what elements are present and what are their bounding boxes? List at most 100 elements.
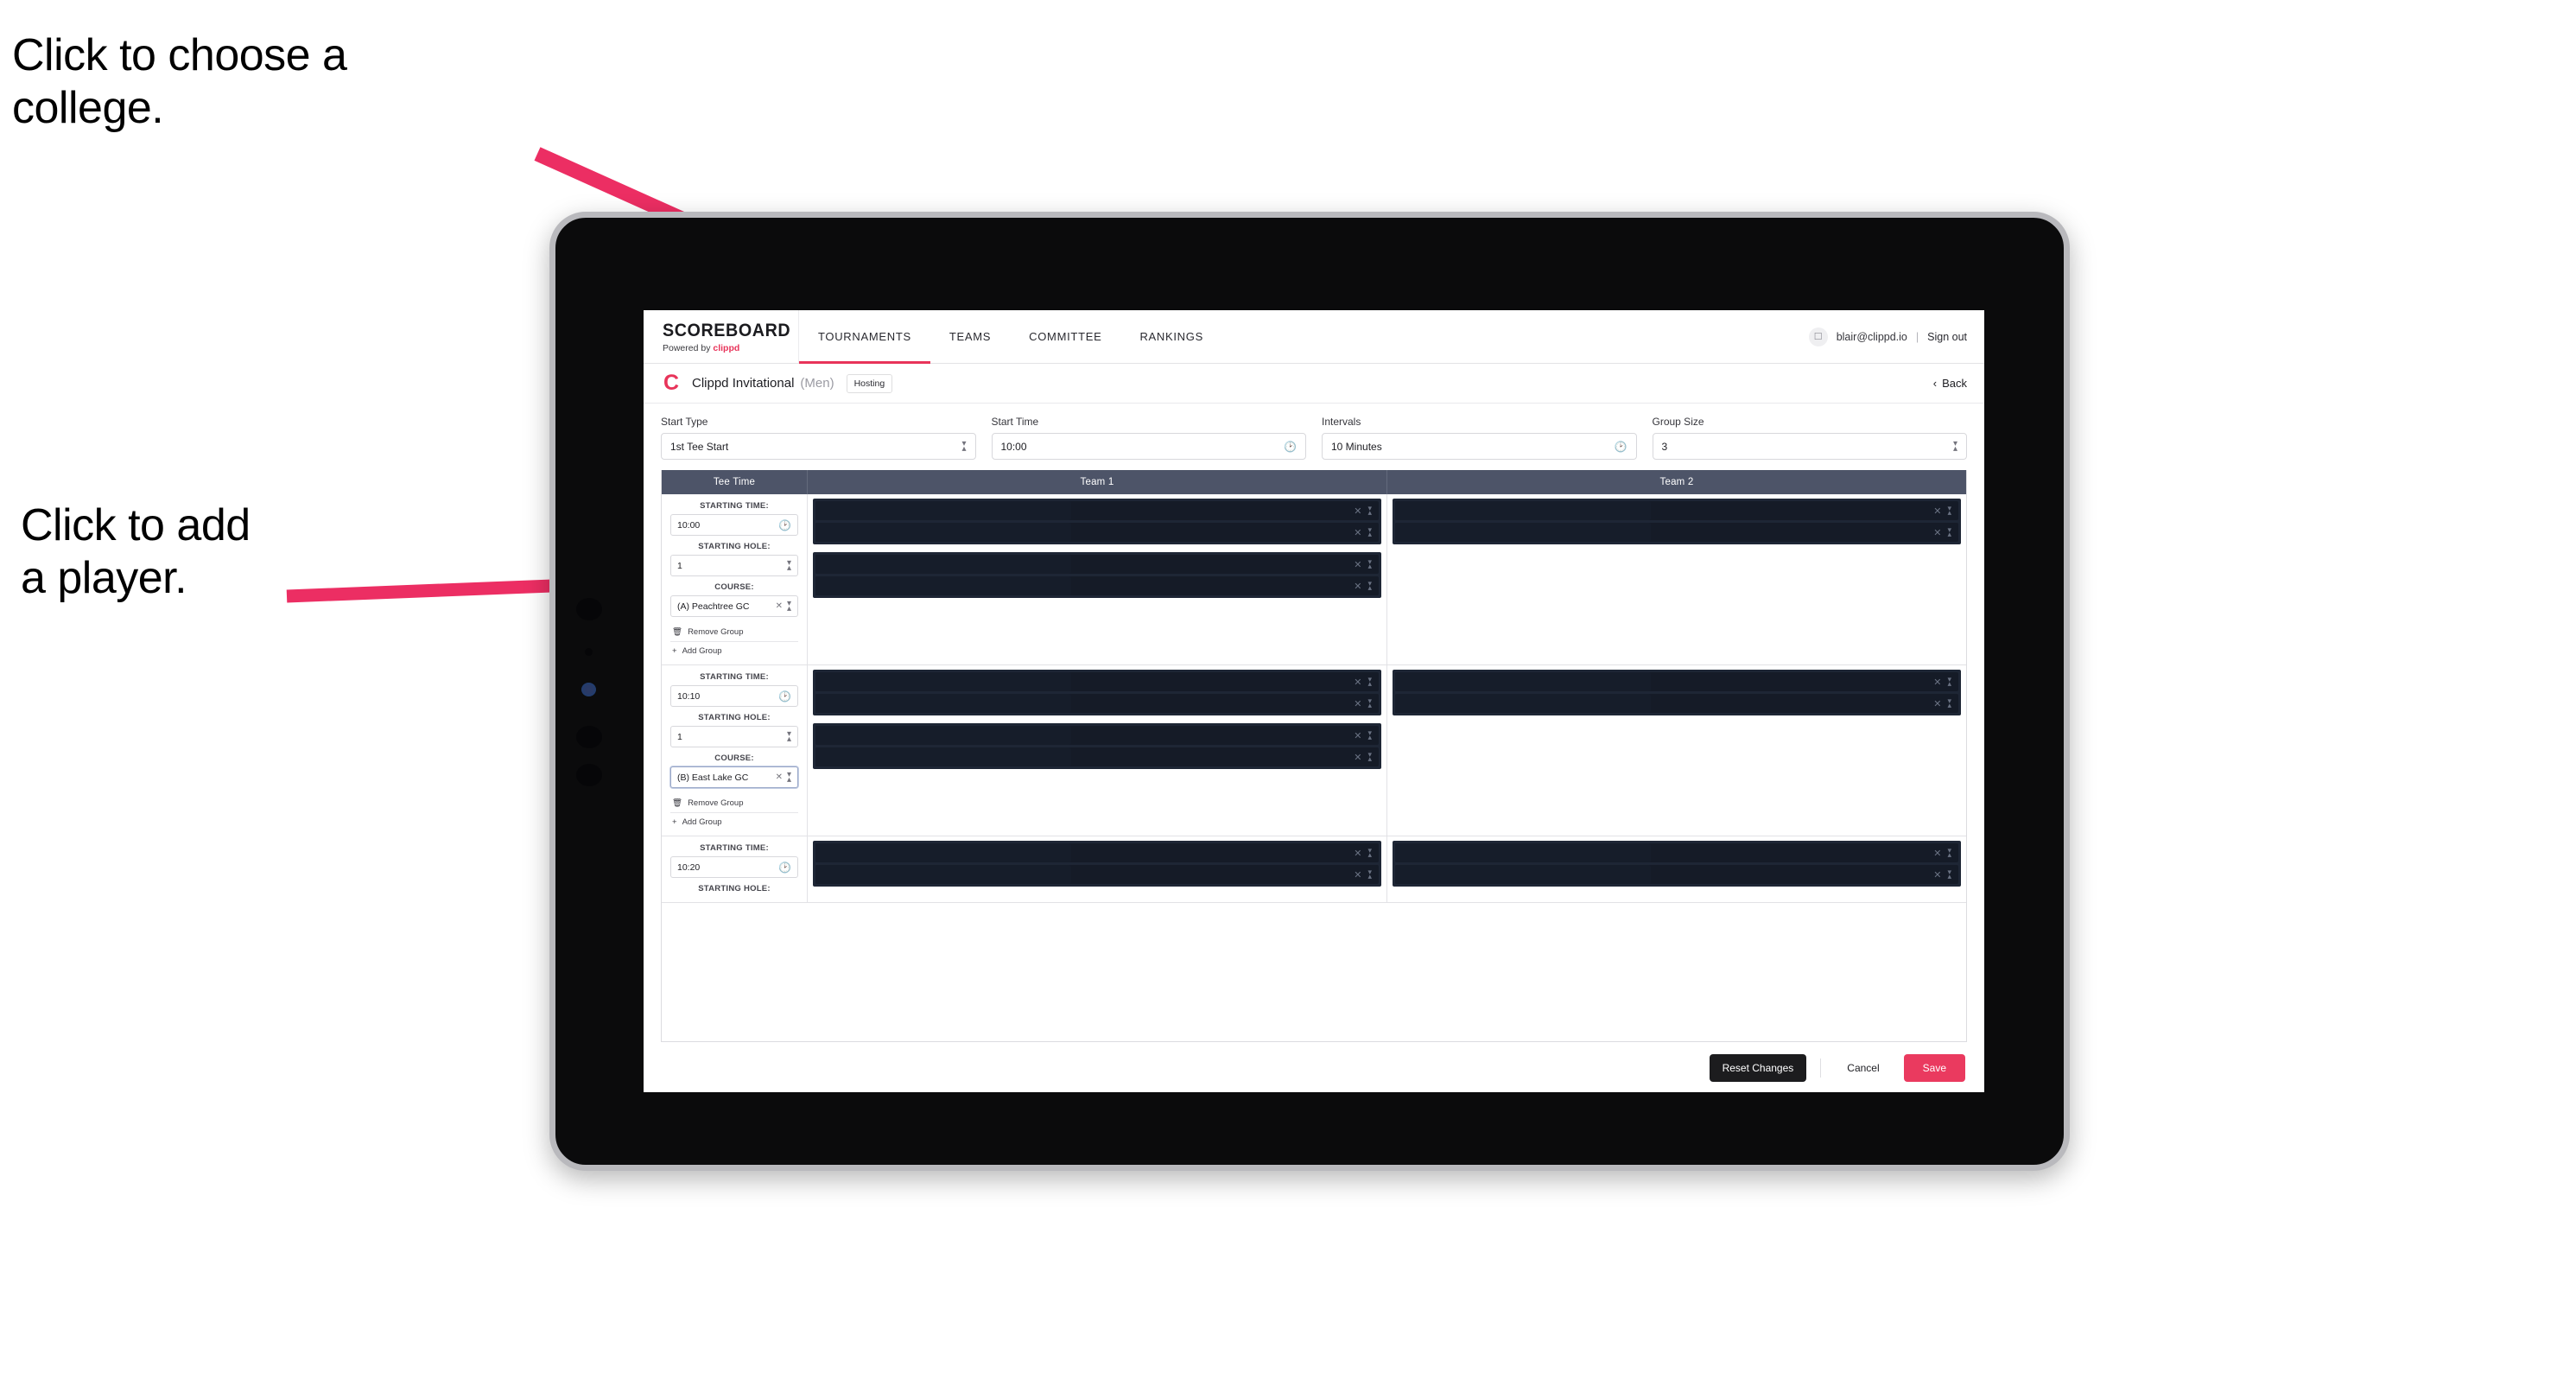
close-icon[interactable]: ✕ [1354, 527, 1361, 538]
user-email: blair@clippd.io [1836, 330, 1907, 343]
player-slot[interactable]: ✕ ▾ ▴ [815, 501, 1379, 520]
field-start-time: Start Time 10:00 🕑 [991, 416, 1306, 460]
tab-committee[interactable]: COMMITTEE [1010, 310, 1120, 363]
starting-time-input[interactable]: 10:00 🕑 [670, 514, 798, 536]
player-name-redacted [1395, 694, 1652, 713]
add-group-button[interactable]: + Add Group [670, 643, 798, 659]
starting-hole-stepper[interactable]: 1 ▾ ▴ [670, 555, 798, 576]
player-slot[interactable]: ✕ ▾ ▴ [1395, 694, 1958, 713]
chevron-updown-icon[interactable]: ▾ ▴ [1947, 504, 1951, 516]
plus-icon: + [672, 646, 677, 656]
start-time-input[interactable]: 10:00 🕑 [991, 433, 1306, 460]
intervals-value: 10 Minutes [1331, 440, 1382, 453]
tab-teams[interactable]: TEAMS [930, 310, 1010, 363]
chevron-updown-icon[interactable]: ▾ ▴ [1367, 728, 1372, 741]
clear-course-icon[interactable]: ✕ [776, 772, 783, 782]
start-type-label: Start Type [661, 416, 708, 428]
close-icon[interactable]: ✕ [1354, 848, 1361, 859]
nav-tabs: TOURNAMENTS TEAMS COMMITTEE RANKINGS [799, 310, 1222, 364]
chevron-updown-icon[interactable]: ▾ ▴ [1947, 846, 1951, 858]
close-icon[interactable]: ✕ [1354, 559, 1361, 570]
player-slot[interactable]: ✕ ▾ ▴ [1395, 672, 1958, 691]
brand-tagline-highlight: clippd [713, 342, 740, 353]
user-avatar-icon[interactable]: ☐ [1808, 327, 1828, 346]
group-slot-block: ✕ ▾ ▴ ✕ ▾ ▴ [813, 552, 1381, 598]
starting-time-input[interactable]: 10:20 🕑 [670, 856, 798, 878]
close-icon[interactable]: ✕ [1933, 677, 1941, 688]
close-icon[interactable]: ✕ [1354, 581, 1361, 592]
player-slot[interactable]: ✕ ▾ ▴ [1395, 523, 1958, 542]
brand-name: SCOREBOARD [663, 320, 791, 340]
tab-rankings[interactable]: RANKINGS [1120, 310, 1222, 363]
chevron-updown-icon[interactable]: ▾ ▴ [1367, 696, 1372, 709]
column-header-team-2: Team 2 [1659, 477, 1694, 487]
remove-group-button[interactable]: 🗑 Remove Group [670, 624, 798, 640]
chevron-updown-icon[interactable]: ▾ ▴ [1947, 868, 1951, 880]
close-icon[interactable]: ✕ [1933, 698, 1941, 709]
nav-separator: | [1915, 330, 1919, 343]
close-icon[interactable]: ✕ [1354, 730, 1361, 741]
start-type-select[interactable]: 1st Tee Start ▾ ▴ [661, 433, 976, 460]
course-select[interactable]: (A) Peachtree GC ✕ ▾ ▴ [670, 595, 798, 617]
tee-time-cell: STARTING TIME: 10:00 🕑 STARTING HOLE: 1 … [662, 494, 808, 664]
team-2-cell: ✕ ▾ ▴ ✕ ▾ ▴ [1387, 665, 1966, 836]
player-slot[interactable]: ✕ ▾ ▴ [1395, 501, 1958, 520]
player-slot[interactable]: ✕ ▾ ▴ [815, 576, 1379, 595]
course-select[interactable]: (B) East Lake GC ✕ ▾ ▴ [670, 766, 798, 788]
close-icon[interactable]: ✕ [1933, 505, 1941, 517]
chevron-updown-icon[interactable]: ▾ ▴ [1367, 504, 1372, 516]
back-button[interactable]: ‹ Back [1933, 377, 1967, 390]
chevron-updown-icon[interactable]: ▾ ▴ [1947, 696, 1951, 709]
close-icon[interactable]: ✕ [1354, 869, 1361, 881]
intervals-input[interactable]: 10 Minutes 🕑 [1322, 433, 1637, 460]
reset-changes-button[interactable]: Reset Changes [1709, 1053, 1807, 1082]
close-icon[interactable]: ✕ [1933, 869, 1941, 881]
team-2-cell: ✕ ▾ ▴ ✕ ▾ ▴ [1387, 836, 1966, 902]
player-slot[interactable]: ✕ ▾ ▴ [815, 843, 1379, 862]
chevron-updown-icon[interactable]: ▾ ▴ [1367, 579, 1372, 591]
player-slot[interactable]: ✕ ▾ ▴ [815, 555, 1379, 574]
tablet-device-frame: SCOREBOARD Powered by clippd TOURNAMENTS… [549, 212, 2070, 1171]
player-slot[interactable]: ✕ ▾ ▴ [1395, 843, 1958, 862]
remove-group-button[interactable]: 🗑 Remove Group [670, 795, 798, 811]
group-size-stepper[interactable]: 3 ▾ ▴ [1652, 433, 1967, 460]
starting-time-label: STARTING TIME: [700, 501, 769, 511]
close-icon[interactable]: ✕ [1354, 505, 1361, 517]
clock-icon: 🕑 [778, 690, 791, 703]
close-icon[interactable]: ✕ [1354, 698, 1361, 709]
chevron-updown-icon[interactable]: ▾ ▴ [1367, 525, 1372, 537]
chevron-updown-icon[interactable]: ▾ ▴ [1367, 675, 1372, 687]
tab-teams-label: TEAMS [949, 330, 992, 343]
chevron-updown-icon[interactable]: ▾ ▴ [1947, 525, 1951, 537]
close-icon[interactable]: ✕ [1354, 752, 1361, 763]
close-icon[interactable]: ✕ [1933, 848, 1941, 859]
player-slot[interactable]: ✕ ▾ ▴ [815, 726, 1379, 745]
chevron-updown-icon[interactable]: ▾ ▴ [1947, 675, 1951, 687]
chevron-updown-icon[interactable]: ▾ ▴ [1367, 750, 1372, 762]
player-slot[interactable]: ✕ ▾ ▴ [815, 865, 1379, 884]
clear-course-icon[interactable]: ✕ [776, 601, 783, 611]
close-icon[interactable]: ✕ [1933, 527, 1941, 538]
starting-time-input[interactable]: 10:10 🕑 [670, 685, 798, 707]
sign-out-link[interactable]: Sign out [1927, 331, 1967, 343]
player-slot[interactable]: ✕ ▾ ▴ [1395, 865, 1958, 884]
chevron-updown-icon[interactable]: ▾ ▴ [1367, 868, 1372, 880]
table-header-row: Tee Time Team 1 Team 2 [662, 470, 1966, 494]
save-button[interactable]: Save [1903, 1053, 1965, 1082]
cancel-button[interactable]: Cancel [1835, 1054, 1891, 1082]
player-slot[interactable]: ✕ ▾ ▴ [815, 694, 1379, 713]
add-group-button[interactable]: + Add Group [670, 814, 798, 830]
screenshot-canvas: Click to choose a college. Click to add … [0, 0, 2576, 1386]
player-slot[interactable]: ✕ ▾ ▴ [815, 672, 1379, 691]
start-type-value: 1st Tee Start [670, 440, 729, 453]
starting-hole-stepper[interactable]: 1 ▾ ▴ [670, 726, 798, 747]
player-slot[interactable]: ✕ ▾ ▴ [815, 523, 1379, 542]
chevron-updown-icon[interactable]: ▾ ▴ [1367, 557, 1372, 569]
tab-tournaments[interactable]: TOURNAMENTS [799, 310, 930, 364]
chevron-updown-icon[interactable]: ▾ ▴ [1367, 846, 1372, 858]
column-header-tee-time: Tee Time [662, 470, 808, 494]
brand-logo[interactable]: SCOREBOARD Powered by clippd [644, 310, 799, 363]
table-row: STARTING TIME: 10:20 🕑 STARTING HOLE: ✕ ▾… [662, 836, 1966, 903]
player-slot[interactable]: ✕ ▾ ▴ [815, 747, 1379, 766]
close-icon[interactable]: ✕ [1354, 677, 1361, 688]
